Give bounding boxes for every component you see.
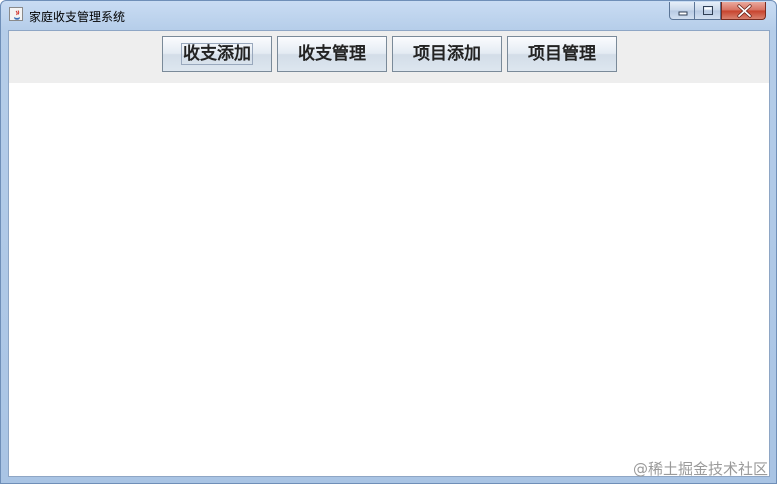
content-panel [9, 83, 769, 476]
client-area: 收支添加 收支管理 项目添加 项目管理 [8, 30, 770, 477]
add-income-expense-label: 收支添加 [181, 43, 253, 65]
minimize-icon [678, 11, 688, 16]
manage-item-label: 项目管理 [528, 44, 596, 64]
maximize-icon [703, 6, 713, 15]
minimize-button[interactable] [669, 2, 695, 20]
window-title: 家庭收支管理系统 [29, 10, 126, 24]
app-window: 家庭收支管理系统 收支添加 收支管理 项目添加 项目管理 @稀土掘金技术社区 [0, 0, 777, 484]
manage-income-expense-label: 收支管理 [298, 44, 366, 64]
close-icon [737, 4, 752, 18]
add-item-label: 项目添加 [413, 44, 481, 64]
title-bar[interactable]: 家庭收支管理系统 [1, 1, 776, 29]
add-item-button[interactable]: 项目添加 [392, 36, 502, 72]
toolbar: 收支添加 收支管理 项目添加 项目管理 [9, 31, 769, 83]
close-button[interactable] [721, 2, 766, 20]
manage-item-button[interactable]: 项目管理 [507, 36, 617, 72]
java-app-icon [9, 7, 23, 21]
watermark: @稀土掘金技术社区 [632, 460, 768, 478]
maximize-button[interactable] [695, 2, 721, 20]
add-income-expense-button[interactable]: 收支添加 [162, 36, 272, 72]
manage-income-expense-button[interactable]: 收支管理 [277, 36, 387, 72]
